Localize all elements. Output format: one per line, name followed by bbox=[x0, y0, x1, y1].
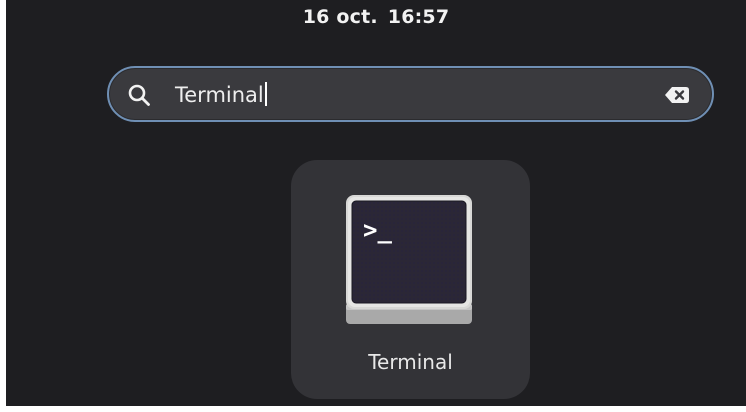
search-icon bbox=[127, 83, 151, 107]
app-result-terminal[interactable]: >_ Terminal bbox=[291, 160, 530, 399]
app-label-terminal: Terminal bbox=[368, 350, 453, 374]
clear-icon[interactable] bbox=[664, 86, 690, 104]
clock[interactable]: 16 oct. 16:57 bbox=[6, 6, 746, 28]
terminal-prompt-glyph: >_ bbox=[363, 216, 392, 244]
search-bar[interactable]: Terminal bbox=[107, 66, 714, 122]
clock-time: 16:57 bbox=[387, 6, 450, 28]
clock-date: 16 oct. bbox=[302, 6, 378, 28]
terminal-app-icon: >_ bbox=[345, 194, 473, 326]
overview-screen: 16 oct. 16:57 Terminal >_ Terminal bbox=[6, 0, 746, 406]
search-input[interactable]: Terminal bbox=[175, 82, 267, 108]
text-caret bbox=[264, 82, 267, 106]
search-input-text: Terminal bbox=[175, 83, 264, 107]
